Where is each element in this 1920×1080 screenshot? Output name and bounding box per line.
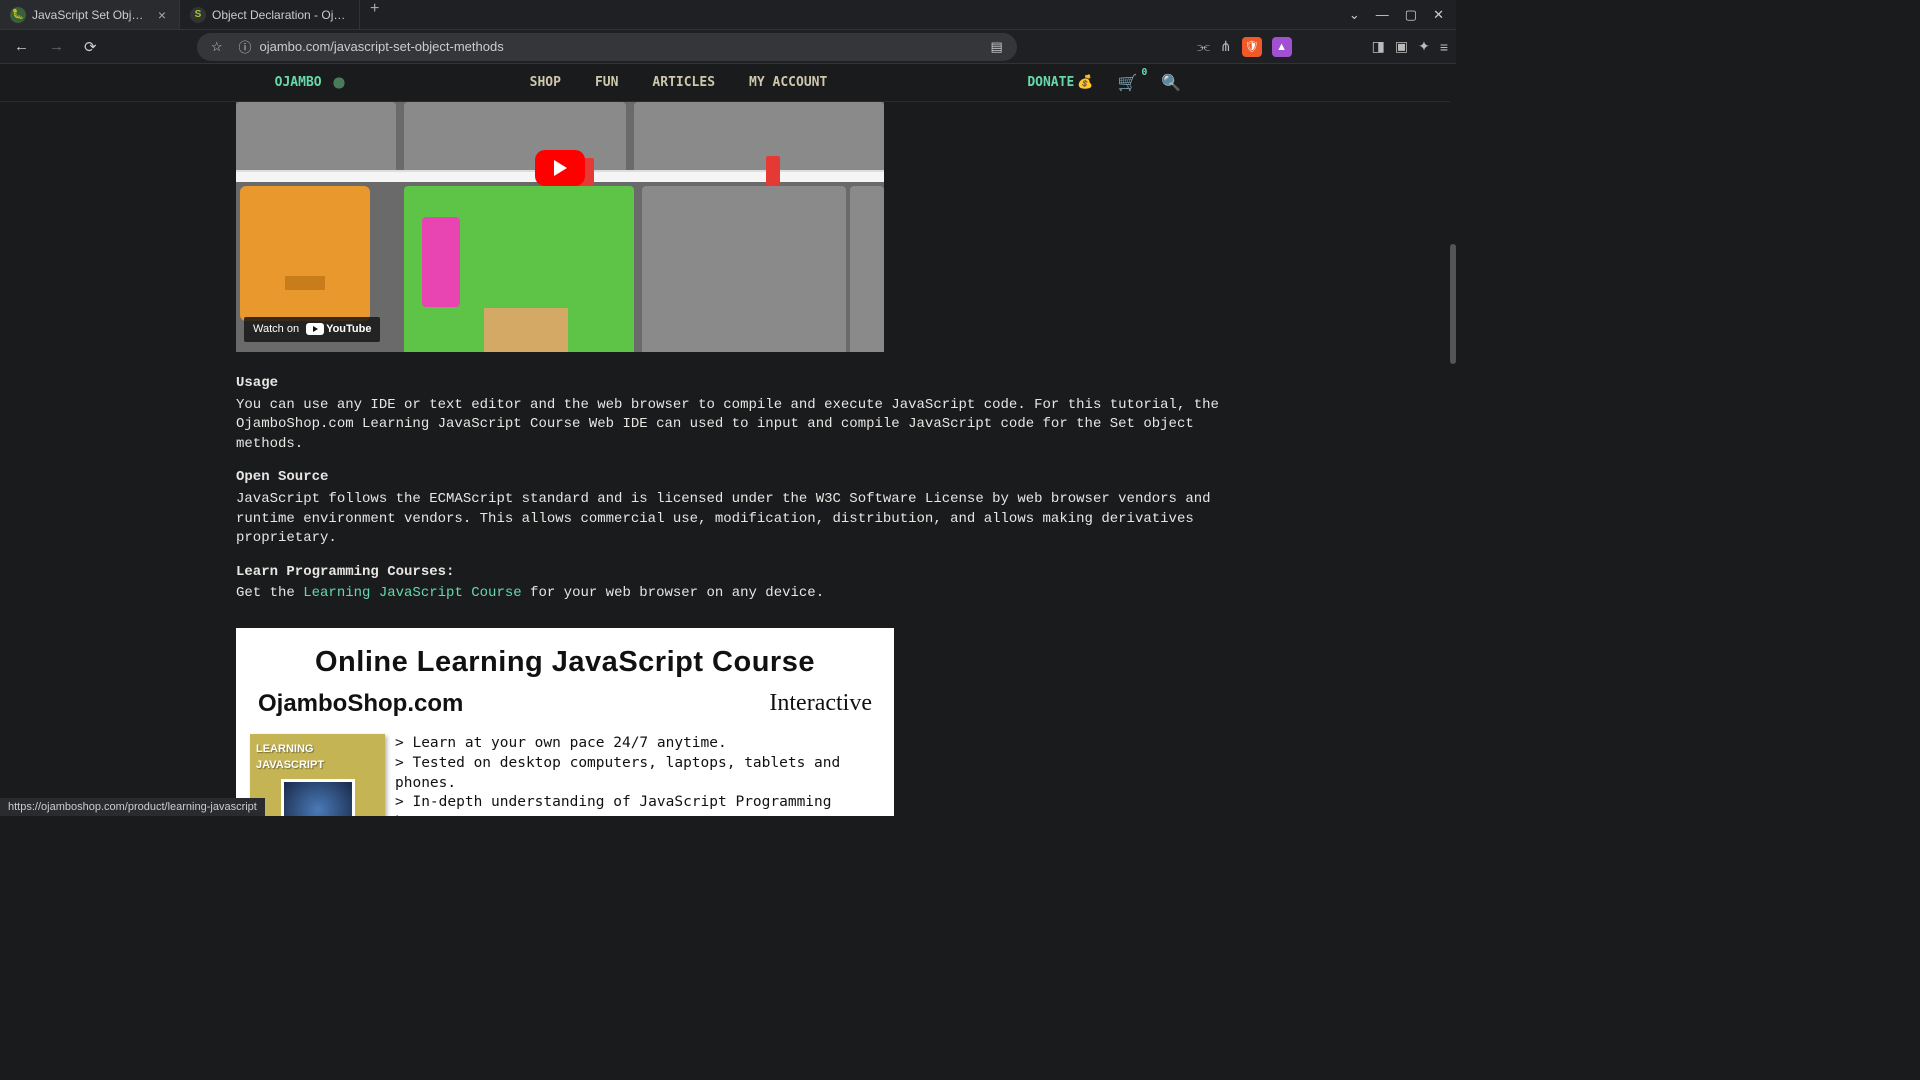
brave-shield-icon[interactable]: 🛡 [1242, 37, 1262, 57]
window-controls: ⌄ — ▢ ✕ [1337, 7, 1456, 23]
search-icon[interactable]: 🔍 [1161, 73, 1181, 92]
reader-icon[interactable]: ▤ [991, 39, 1003, 55]
opensource-text: JavaScript follows the ECMAScript standa… [236, 490, 1220, 549]
back-button[interactable]: ← [8, 34, 35, 59]
minimize-icon[interactable]: — [1376, 7, 1389, 23]
youtube-embed[interactable]: Watch on YouTube [236, 102, 884, 352]
browser-toolbar: ← → ⟳ ☆ ⓘ ojambo.com/javascript-set-obje… [0, 30, 1456, 64]
tab-1[interactable]: 🐛 JavaScript Set Object Meth... × [0, 0, 180, 29]
site-logo[interactable]: OJAMBO [275, 74, 350, 92]
watch-on-youtube[interactable]: Watch on YouTube [244, 317, 380, 342]
opensource-heading: Open Source [236, 468, 1220, 488]
status-bar: https://ojamboshop.com/product/learning-… [0, 798, 265, 816]
lock-icon[interactable]: ⓘ [238, 37, 251, 56]
wallet-icon[interactable]: ▲ [1272, 37, 1292, 57]
cart-count: 0 [1141, 67, 1147, 78]
course-promo-card[interactable]: Online Learning JavaScript Course Ojambo… [236, 628, 894, 816]
cart-button[interactable]: 🛒0 [1117, 73, 1137, 92]
address-bar[interactable]: ☆ ⓘ ojambo.com/javascript-set-object-met… [197, 33, 1017, 61]
rss-icon[interactable]: ⋔ [1220, 38, 1232, 55]
nav-shop[interactable]: SHOP [530, 75, 561, 90]
feature-list: > Learn at your own pace 24/7 anytime. >… [395, 734, 880, 816]
site-header: OJAMBO SHOP FUN ARTICLES MY ACCOUNT DONA… [0, 64, 1456, 102]
vertical-scrollbar[interactable] [1450, 64, 1456, 816]
course-interactive-label: Interactive [769, 687, 872, 721]
maximize-icon[interactable]: ▢ [1405, 7, 1417, 23]
learn-text: Get the Learning JavaScript Course for y… [236, 584, 1220, 604]
extensions-icon[interactable]: ✦ [1418, 38, 1430, 55]
forward-button[interactable]: → [43, 34, 70, 59]
nav-fun[interactable]: FUN [595, 75, 618, 90]
play-button[interactable] [535, 150, 585, 186]
favicon-icon: 🐛 [10, 7, 26, 23]
url-text: ojambo.com/javascript-set-object-methods [259, 39, 503, 54]
feature-item: > Tested on desktop computers, laptops, … [395, 754, 880, 793]
tab-2[interactable]: S Object Declaration - OjamboSh... [180, 0, 360, 29]
scroll-thumb[interactable] [1450, 244, 1456, 364]
tab-strip: 🐛 JavaScript Set Object Meth... × S Obje… [0, 0, 1337, 29]
course-link[interactable]: Learning JavaScript Course [303, 585, 521, 601]
tab-title: Object Declaration - OjamboSh... [212, 8, 349, 22]
course-title: Online Learning JavaScript Course [250, 642, 880, 683]
share-icon[interactable]: ⫘ [1197, 38, 1210, 55]
nav-articles[interactable]: ARTICLES [652, 75, 715, 90]
bookmark-all-icon[interactable]: ▣ [1395, 38, 1408, 55]
feature-item: > In-depth understanding of JavaScript P… [395, 793, 880, 816]
chevron-down-icon[interactable]: ⌄ [1349, 7, 1360, 23]
toolbar-extensions: ⫘ ⋔ 🛡 ▲ ◨ ▣ ✦ ≡ [1197, 37, 1448, 57]
learn-heading: Learn Programming Courses: [236, 563, 1220, 583]
menu-icon[interactable]: ≡ [1440, 39, 1448, 55]
logo-text: OJAMBO [275, 75, 322, 90]
book-cover: LEARNING JAVASCRIPT JavaScript is a popu… [250, 734, 385, 816]
bookmark-icon[interactable]: ☆ [211, 39, 223, 55]
bug-icon [328, 74, 350, 92]
coin-icon: 💰 [1077, 75, 1093, 90]
favicon-icon: S [190, 7, 206, 23]
course-shop: OjamboShop.com [258, 687, 463, 721]
feature-item: > Learn at your own pace 24/7 anytime. [395, 734, 880, 754]
sidebar-icon[interactable]: ◨ [1372, 38, 1385, 55]
close-window-icon[interactable]: ✕ [1433, 7, 1444, 23]
reload-button[interactable]: ⟳ [78, 34, 103, 60]
nav-account[interactable]: MY ACCOUNT [749, 75, 827, 90]
book-image-icon [281, 779, 355, 816]
close-icon[interactable]: × [155, 7, 169, 23]
youtube-logo-icon: YouTube [306, 322, 371, 337]
donate-button[interactable]: DONATE 💰 [1027, 75, 1093, 90]
page-content: Watch on YouTube Usage You can use any I… [0, 102, 1456, 816]
tab-title: JavaScript Set Object Meth... [32, 8, 149, 22]
site-actions: DONATE 💰 🛒0 🔍 [1027, 73, 1181, 92]
usage-heading: Usage [236, 374, 1220, 394]
browser-titlebar: 🐛 JavaScript Set Object Meth... × S Obje… [0, 0, 1456, 30]
main-nav: SHOP FUN ARTICLES MY ACCOUNT [530, 75, 828, 90]
usage-text: You can use any IDE or text editor and t… [236, 396, 1220, 455]
new-tab-button[interactable]: + [360, 0, 389, 29]
